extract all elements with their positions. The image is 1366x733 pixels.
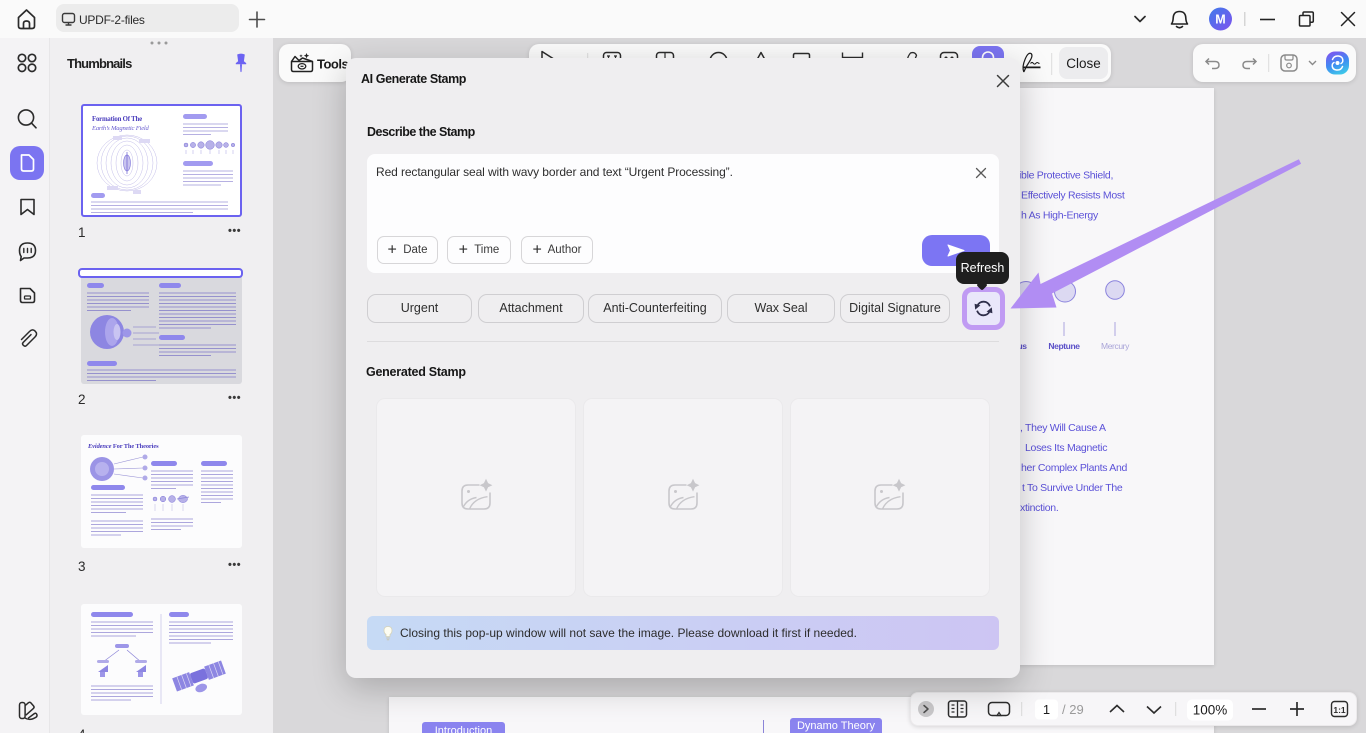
- svg-text:M: M: [1215, 13, 1225, 27]
- svg-text:ible Protective Shield,: ible Protective Shield,: [1019, 170, 1113, 182]
- svg-text:Mercury: Mercury: [1101, 341, 1130, 351]
- svg-text:Earth’s Magnetic Field: Earth’s Magnetic Field: [91, 125, 150, 132]
- svg-text:Tools: Tools: [317, 57, 348, 72]
- svg-text:100%: 100%: [1193, 703, 1228, 718]
- svg-text:Close: Close: [1066, 56, 1101, 71]
- svg-text:her Complex Plants And: her Complex Plants And: [1021, 462, 1128, 474]
- svg-text:Neptune: Neptune: [1048, 341, 1080, 351]
- svg-text:t To Survive Under The: t To Survive Under The: [1022, 482, 1123, 494]
- svg-text:Effectively Resists Most: Effectively Resists Most: [1021, 190, 1125, 202]
- svg-text:Formation Of The: Formation Of The: [92, 116, 142, 123]
- svg-text:/ 29: / 29: [1062, 702, 1084, 717]
- svg-text:1:1: 1:1: [1333, 705, 1346, 715]
- svg-text:Evidence For The Theories: Evidence For The Theories: [87, 443, 159, 450]
- svg-text:1: 1: [1043, 702, 1050, 717]
- svg-text:Loses Its Magnetic: Loses Its Magnetic: [1025, 442, 1107, 454]
- svg-text:xtinction.: xtinction.: [1020, 502, 1058, 514]
- svg-text:, They Will Cause A: , They Will Cause A: [1020, 422, 1106, 434]
- svg-text:h As High-Energy: h As High-Energy: [1021, 210, 1099, 222]
